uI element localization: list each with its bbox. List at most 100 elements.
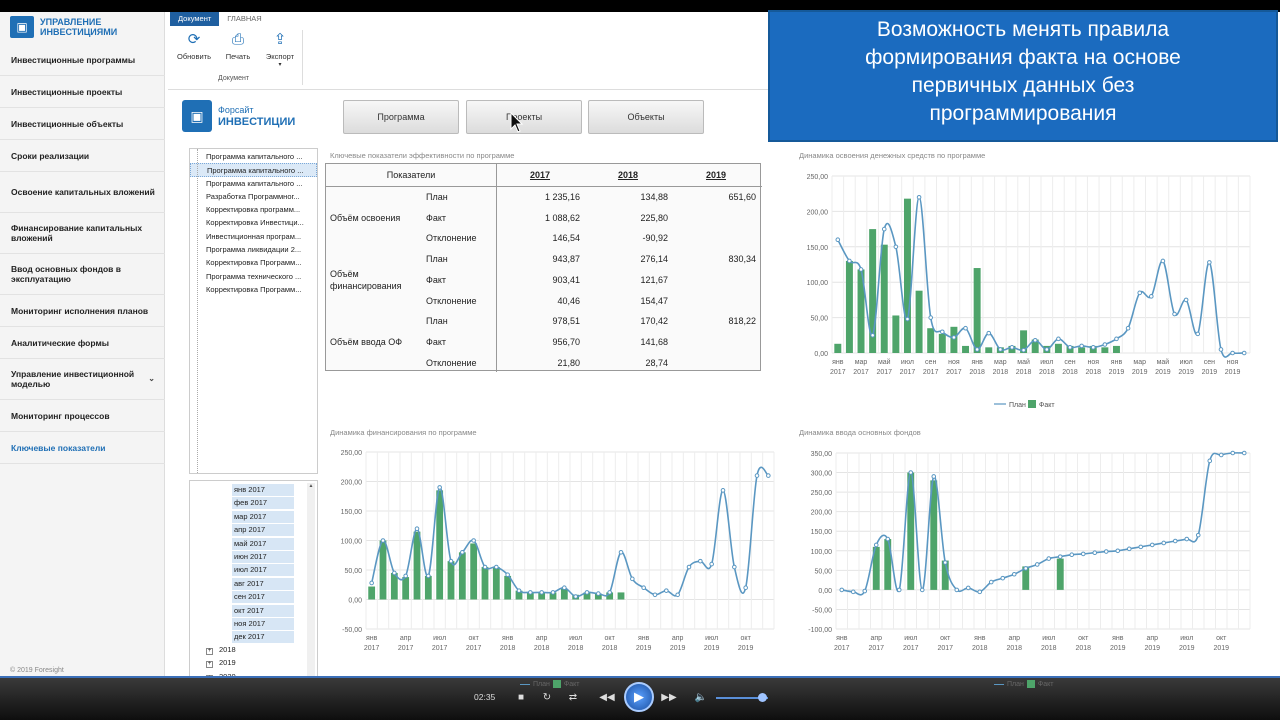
tree-item[interactable]: Разработка Программног... <box>190 190 317 203</box>
bar <box>985 347 993 353</box>
volume-slider-handle[interactable] <box>758 693 767 702</box>
plan-point <box>675 592 680 598</box>
play-button[interactable]: ▶ <box>624 682 654 712</box>
bar <box>617 592 625 600</box>
x-tick-label: янв <box>971 359 983 366</box>
expand-icon[interactable]: + <box>206 661 213 669</box>
kpi-header-year[interactable]: 2019 <box>686 164 746 186</box>
kpi-header-year[interactable]: 2018 <box>598 164 658 186</box>
sidebar-item-process-monitoring[interactable]: Мониторинг процессов <box>0 400 165 432</box>
stop-icon[interactable]: ■ <box>510 688 532 706</box>
kpi-value: 651,60 <box>728 192 756 202</box>
sidebar-item-analytic-forms[interactable]: Аналитические формы <box>0 327 165 359</box>
plan-point <box>1044 347 1050 352</box>
sidebar-item-fixed-assets[interactable]: Ввод основных фондов в эксплуатацию <box>0 254 165 295</box>
chart-financing: -50,00 0,00 50,00 100,00 150,00 200,00 250,00 я… <box>341 450 775 652</box>
tab-document[interactable]: Документ <box>170 12 220 26</box>
plan-point <box>630 576 635 582</box>
period-year-item[interactable]: +2019 <box>206 657 236 669</box>
sidebar-item-investment-objects[interactable]: Инвестиционные объекты <box>0 108 165 140</box>
tree-item[interactable]: Инвестиционная програм... <box>190 230 317 243</box>
volume-icon[interactable]: 🔈 <box>690 688 712 706</box>
x-tick-label: 2018 <box>1085 369 1101 376</box>
plan-point <box>1207 458 1213 464</box>
sidebar-item-investment-projects[interactable]: Инвестиционные проекты <box>0 76 165 108</box>
tree-item[interactable]: Программа капитального ... <box>190 177 317 190</box>
x-tick-label: 2019 <box>1109 369 1125 376</box>
period-month-item[interactable]: май 2017 <box>232 537 294 550</box>
period-month-item[interactable]: ноя 2017 <box>232 618 294 630</box>
tree-item[interactable]: Программа ликвидации 2... <box>190 243 317 256</box>
x-tick-label: май <box>1157 358 1170 366</box>
x-tick-label: 2019 <box>1213 645 1229 652</box>
sidebar-item-investment-programs[interactable]: Инвестиционные программы <box>0 44 165 76</box>
expand-icon[interactable]: + <box>206 648 213 655</box>
kpi-value: 818,22 <box>728 316 756 327</box>
objects-button[interactable]: Объекты <box>588 100 704 134</box>
sidebar-item-capital-financing[interactable]: Финансирование капитальных вложений <box>0 213 165 254</box>
projects-button[interactable]: Проекты <box>466 100 582 134</box>
chart-legend: План Факт <box>994 680 1053 688</box>
period-month-item[interactable]: авг 2017 <box>232 577 294 590</box>
plan-point <box>862 588 868 594</box>
plan-point <box>1230 450 1236 456</box>
period-month-item[interactable]: июн 2017 <box>232 551 294 563</box>
plan-point <box>1114 336 1119 342</box>
app-logo[interactable]: ▣ УПРАВЛЕНИЕ ИНВЕСТИЦИЯМИ <box>10 12 160 42</box>
period-month-item[interactable]: янв 2017 <box>232 484 294 496</box>
period-month-item[interactable]: апр 2017 <box>232 524 294 537</box>
repeat-icon[interactable]: ↻ <box>536 688 558 706</box>
period-month-item[interactable]: фев 2017 <box>232 497 294 510</box>
plan-point <box>584 590 590 595</box>
shuffle-icon[interactable]: ⇄ <box>562 688 584 706</box>
sidebar-item-investment-model[interactable]: Управление инвестиционной моделью ⌄ <box>0 359 165 400</box>
plan-point <box>885 536 891 542</box>
y-tick-label: 350,00 <box>811 451 833 458</box>
tree-item[interactable]: Программа капитального ... <box>190 150 317 163</box>
plan-point <box>1032 337 1038 343</box>
kpi-header-year[interactable]: 2017 <box>510 164 570 186</box>
scrollbar[interactable]: ▲ ▼ <box>307 483 315 689</box>
plan-point <box>1195 532 1201 538</box>
tree-item[interactable]: Корректировка программ... <box>190 203 317 216</box>
sidebar-item-capital-development[interactable]: Освоение капитальных вложений <box>0 172 165 213</box>
y-tick-label: -50,00 <box>342 627 362 634</box>
tree-item[interactable]: Программа капитального ... <box>190 163 317 177</box>
x-tick-label: янв <box>836 635 848 642</box>
x-tick-label: ноя <box>1087 359 1099 366</box>
sidebar-item-implementation-terms[interactable]: Сроки реализации <box>0 140 165 172</box>
plan-point <box>720 488 726 493</box>
plan-point <box>596 591 601 596</box>
plan-point <box>977 589 983 595</box>
tree-item[interactable]: Корректировка Программ... <box>190 283 317 296</box>
sidebar-item-key-indicators[interactable]: Ключевые показатели <box>0 432 165 464</box>
rewind-icon[interactable]: ◀◀ <box>596 688 618 706</box>
tree-item[interactable]: Корректировка Инвестици... <box>190 216 317 229</box>
bar <box>973 268 981 353</box>
refresh-button[interactable]: ⟳ Обновить <box>174 30 214 61</box>
tab-main[interactable]: ГЛАВНАЯ <box>219 12 269 26</box>
program-button[interactable]: Программа <box>343 100 459 134</box>
program-tree[interactable]: Программа капитального ... Программа капи… <box>189 148 318 474</box>
y-tick-label: 150,00 <box>807 245 829 252</box>
period-year-item[interactable]: +2018 <box>206 644 236 656</box>
period-month-item[interactable]: июл 2017 <box>232 564 294 577</box>
tree-item[interactable]: Программа технического ... <box>190 270 317 283</box>
sidebar-item-plan-monitoring[interactable]: Мониторинг исполнения планов <box>0 295 165 327</box>
print-button[interactable]: ⎙ Печать <box>218 30 258 62</box>
fast-forward-icon[interactable]: ▶▶ <box>658 688 680 706</box>
scroll-up-icon[interactable]: ▲ <box>307 483 315 489</box>
export-button[interactable]: ⇪ Экспорт ▾ <box>260 30 300 68</box>
tree-item[interactable]: Корректировка Программ... <box>190 256 317 269</box>
period-month-item[interactable]: окт 2017 <box>232 604 294 617</box>
bar <box>938 333 946 353</box>
period-month-item[interactable]: мар 2017 <box>232 510 294 523</box>
plan-point <box>505 572 510 578</box>
plan-point <box>1126 546 1132 552</box>
period-list[interactable]: янв 2017 фев 2017 мар 2017 апр 2017 май 2017… <box>189 480 318 692</box>
period-month-item[interactable]: дек 2017 <box>232 631 294 644</box>
x-tick-label: янв <box>832 359 844 366</box>
x-tick-label: янв <box>638 635 650 642</box>
period-month-item[interactable]: сен 2017 <box>232 591 294 604</box>
plan-point <box>965 585 971 591</box>
